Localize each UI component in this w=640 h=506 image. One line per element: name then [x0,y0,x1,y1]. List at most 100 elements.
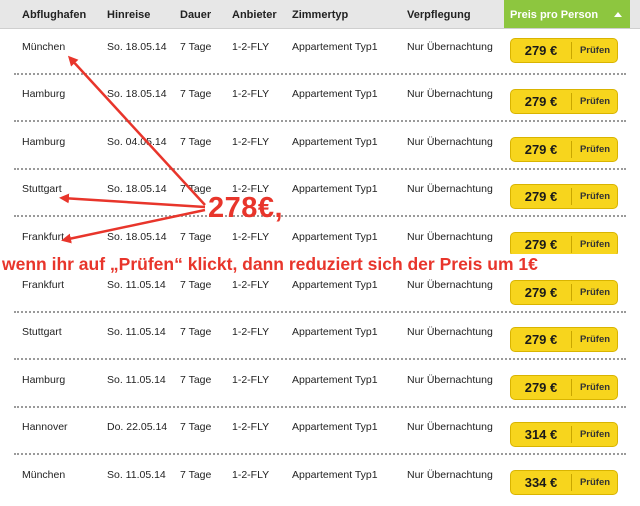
table-row[interactable]: Hamburg So. 04.05.14 7 Tage 1-2-FLY Appartem… [0,125,640,173]
row-separator [14,73,626,75]
col-header-anbieter[interactable]: Anbieter [232,0,277,28]
cell-dauer: 7 Tage [180,136,212,148]
cell-anbieter: 1-2-FLY [232,136,270,148]
cell-zimmertyp: Appartement Typ1 [292,88,378,100]
cell-hinreise: So. 11.05.14 [107,279,166,291]
annotation-text: wenn ihr auf „Prüfen“ klickt, dann reduz… [0,254,640,275]
cell-zimmertyp: Appartement Typ1 [292,421,378,433]
cell-hinreise: So. 18.05.14 [107,41,167,53]
col-header-zimmertyp[interactable]: Zimmertyp [292,0,348,28]
pruefen-button[interactable]: 314 € Prüfen [510,422,618,447]
pruefen-button[interactable]: 279 € Prüfen [510,184,618,209]
table-header: Abflughafen Hinreise Dauer Anbieter Zimm… [0,0,640,29]
sort-ascending-icon [614,12,622,17]
pruefen-button[interactable]: 279 € Prüfen [510,89,618,114]
price-value: 279 € [524,142,558,157]
table-row[interactable]: München So. 18.05.14 7 Tage 1-2-FLY Appartem… [0,30,640,78]
cell-verpflegung: Nur Übernachtung [407,136,493,148]
cell-zimmertyp: Appartement Typ1 [292,469,378,481]
cell-zimmertyp: Appartement Typ1 [292,374,378,386]
cell-dauer: 7 Tage [180,279,212,291]
pruefen-label: Prüfen [579,45,611,56]
cell-abflughafen: München [22,469,66,481]
table-row[interactable]: Frankfurt So. 11.05.14 7 Tage 1-2-FLY Appart… [0,268,640,316]
row-separator [14,358,626,360]
pruefen-label: Prüfen [579,287,611,298]
cell-zimmertyp: Appartement Typ1 [292,326,378,338]
cell-hinreise: So. 04.05.14 [107,136,167,148]
col-header-preis[interactable]: Preis pro Person [504,0,630,28]
cell-zimmertyp: Appartement Typ1 [292,183,378,195]
cell-dauer: 7 Tage [180,41,212,53]
cell-dauer: 7 Tage [180,421,212,433]
cell-anbieter: 1-2-FLY [232,374,270,386]
pruefen-label: Prüfen [579,144,611,155]
cell-dauer: 7 Tage [180,88,212,100]
pruefen-button[interactable]: 334 € Prüfen [510,470,618,495]
pruefen-button[interactable]: 279 € Prüfen [510,38,618,63]
cell-abflughafen: Hamburg [22,374,66,386]
price-value: 279 € [524,94,558,109]
cell-anbieter: 1-2-FLY [232,469,270,481]
cell-verpflegung: Nur Übernachtung [407,326,493,338]
cell-hinreise: So. 18.05.14 [107,183,167,195]
pruefen-label: Prüfen [579,382,611,393]
cell-abflughafen: Hamburg [22,136,66,148]
row-separator [14,453,626,455]
cell-anbieter: 1-2-FLY [232,326,270,338]
cell-hinreise: So. 18.05.14 [107,231,167,243]
cell-dauer: 7 Tage [180,326,212,338]
price-value: 279 € [524,189,558,204]
pruefen-label: Prüfen [579,429,611,440]
pruefen-label: Prüfen [579,477,611,488]
col-header-hinreise[interactable]: Hinreise [107,0,150,28]
pruefen-label: Prüfen [579,334,611,345]
pruefen-label: Prüfen [579,239,611,250]
cell-hinreise: So. 11.05.14 [107,374,166,386]
cell-abflughafen: Hannover [22,421,68,433]
price-value: 279 € [524,237,558,252]
price-value: 279 € [524,285,558,300]
col-header-abflughafen[interactable]: Abflughafen [22,0,86,28]
table-row[interactable]: Hannover Do. 22.05.14 7 Tage 1-2-FLY Apparte… [0,410,640,458]
pruefen-button[interactable]: 279 € Prüfen [510,137,618,162]
table-row[interactable]: Hamburg So. 18.05.14 7 Tage 1-2-FLY Appartem… [0,77,640,125]
price-value: 279 € [524,380,558,395]
table-row[interactable]: Stuttgart So. 11.05.14 7 Tage 1-2-FLY Appart… [0,315,640,363]
cell-abflughafen: Frankfurt [22,231,65,243]
cell-zimmertyp: Appartement Typ1 [292,41,378,53]
cell-verpflegung: Nur Übernachtung [407,469,493,481]
cell-anbieter: 1-2-FLY [232,279,270,291]
row-separator [14,406,626,408]
cell-dauer: 7 Tage [180,183,212,195]
price-value: 279 € [524,332,558,347]
table-row[interactable]: München So. 11.05.14 7 Tage 1-2-FLY Appartem… [0,458,640,506]
col-header-preis-label: Preis pro Person [510,9,599,21]
pruefen-button[interactable]: 279 € Prüfen [510,327,618,352]
cell-verpflegung: Nur Übernachtung [407,279,493,291]
col-header-dauer[interactable]: Dauer [180,0,211,28]
cell-abflughafen: Stuttgart [22,183,62,195]
row-separator [14,215,626,217]
cell-anbieter: 1-2-FLY [232,231,270,243]
cell-verpflegung: Nur Übernachtung [407,231,493,243]
cell-dauer: 7 Tage [180,469,212,481]
pruefen-button[interactable]: 279 € Prüfen [510,375,618,400]
cell-verpflegung: Nur Übernachtung [407,421,493,433]
cell-anbieter: 1-2-FLY [232,41,270,53]
col-header-verpflegung[interactable]: Verpflegung [407,0,471,28]
cell-dauer: 7 Tage [180,231,212,243]
row-separator [14,120,626,122]
cell-hinreise: So. 11.05.14 [107,326,166,338]
price-value: 334 € [524,475,558,490]
cell-hinreise: Do. 22.05.14 [107,421,168,433]
table-row[interactable]: Hamburg So. 11.05.14 7 Tage 1-2-FLY Appartem… [0,363,640,411]
cell-zimmertyp: Appartement Typ1 [292,231,378,243]
cell-abflughafen: München [22,41,66,53]
cell-verpflegung: Nur Übernachtung [407,41,493,53]
table-row[interactable]: Stuttgart So. 18.05.14 7 Tage 1-2-FLY Appart… [0,172,640,220]
pruefen-label: Prüfen [579,96,611,107]
pruefen-button[interactable]: 279 € Prüfen [510,280,618,305]
cell-anbieter: 1-2-FLY [232,88,270,100]
cell-verpflegung: Nur Übernachtung [407,183,493,195]
